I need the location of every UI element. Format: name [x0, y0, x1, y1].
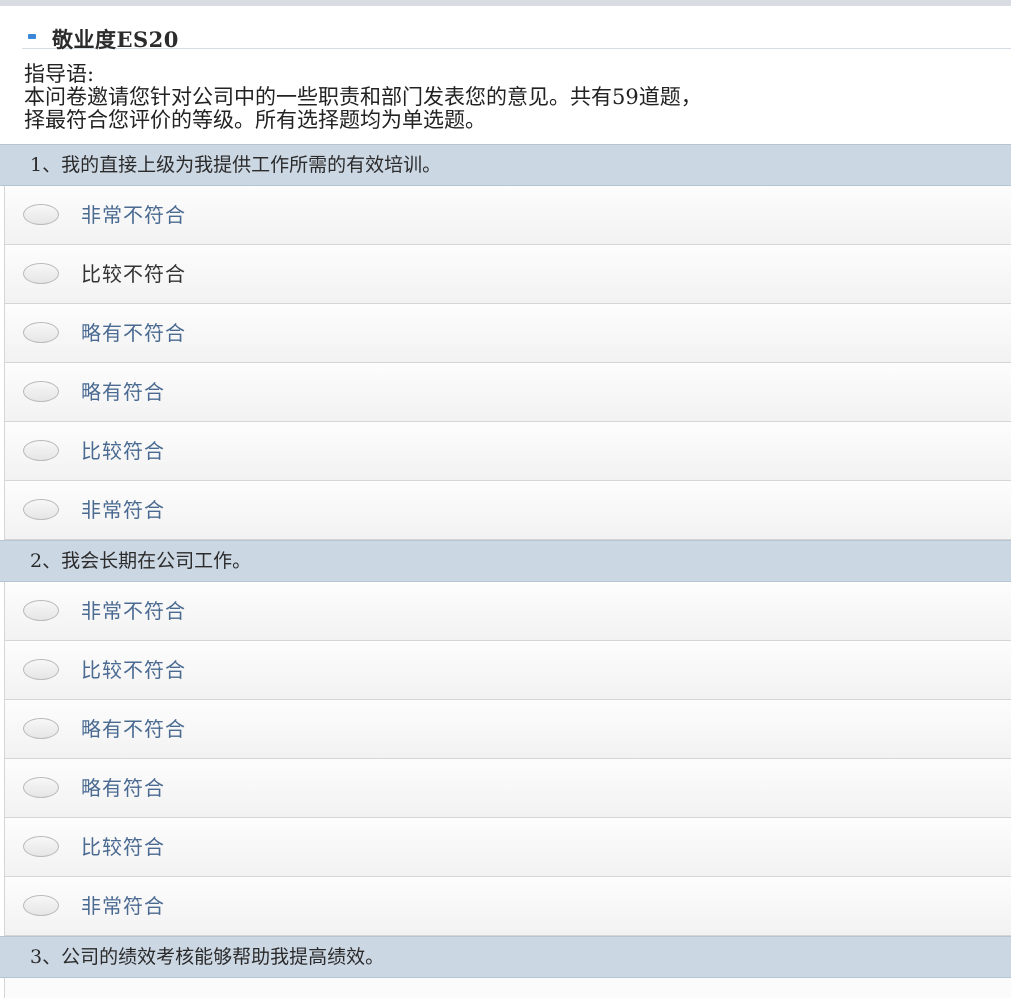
q1-option-3[interactable]: 略有不符合: [4, 304, 1011, 363]
option-label: 略有符合: [81, 380, 165, 404]
radio-circle-icon[interactable]: [23, 440, 59, 461]
option-label: 非常不符合: [81, 203, 186, 227]
question-title-1: 1、我的直接上级为我提供工作所需的有效培训。: [0, 144, 1011, 186]
option-label: 略有符合: [81, 776, 165, 800]
radio-circle-icon[interactable]: [23, 659, 59, 680]
radio-circle-icon[interactable]: [23, 836, 59, 857]
question-title-3: 3、公司的绩效考核能够帮助我提高绩效。: [0, 936, 1011, 978]
option-label: 略有不符合: [81, 717, 186, 741]
q1-option-4[interactable]: 略有符合: [4, 363, 1011, 422]
q2-option-2[interactable]: 比较不符合: [4, 641, 1011, 700]
radio-circle-icon[interactable]: [23, 777, 59, 798]
q2-option-1[interactable]: 非常不符合: [4, 582, 1011, 641]
q2-option-3[interactable]: 略有不符合: [4, 700, 1011, 759]
option-label: 非常符合: [81, 498, 165, 522]
q2-option-4[interactable]: 略有符合: [4, 759, 1011, 818]
radio-circle-icon[interactable]: [23, 263, 59, 284]
next-option-strip: [4, 978, 1011, 998]
q2-option-5[interactable]: 比较符合: [4, 818, 1011, 877]
option-label: 比较符合: [81, 439, 165, 463]
radio-circle-icon[interactable]: [23, 600, 59, 621]
option-label: 比较符合: [81, 835, 165, 859]
radio-circle-icon[interactable]: [23, 204, 59, 225]
intro-line-1: 本问卷邀请您针对公司中的一些职责和部门发表您的意见。共有59道题，: [24, 85, 702, 109]
option-label: 比较不符合: [81, 658, 186, 682]
q1-option-5[interactable]: 比较符合: [4, 422, 1011, 481]
q1-option-1[interactable]: 非常不符合: [4, 186, 1011, 245]
radio-circle-icon[interactable]: [23, 381, 59, 402]
option-label: 非常符合: [81, 894, 165, 918]
radio-circle-icon[interactable]: [23, 322, 59, 343]
option-label: 比较不符合: [81, 262, 186, 286]
q1-option-6[interactable]: 非常符合: [4, 481, 1011, 540]
intro-line-2: 择最符合您评价的等级。所有选择题均为单选题。: [24, 108, 486, 132]
q2-option-6[interactable]: 非常符合: [4, 877, 1011, 936]
header-marker-icon: [28, 34, 36, 39]
radio-circle-icon[interactable]: [23, 499, 59, 520]
survey-intro: 指导语: 本问卷邀请您针对公司中的一些职责和部门发表您的意见。共有59道题， 择…: [24, 63, 1011, 132]
q1-option-2[interactable]: 比较不符合: [4, 245, 1011, 304]
option-label: 非常不符合: [81, 599, 186, 623]
option-label: 略有不符合: [81, 321, 186, 345]
survey-title: 敬业度ES20: [52, 27, 179, 52]
intro-label: 指导语:: [24, 62, 95, 86]
question-title-2: 2、我会长期在公司工作。: [0, 540, 1011, 582]
survey-header: 敬业度ES20: [22, 6, 1011, 52]
radio-circle-icon[interactable]: [23, 895, 59, 916]
radio-circle-icon[interactable]: [23, 718, 59, 739]
